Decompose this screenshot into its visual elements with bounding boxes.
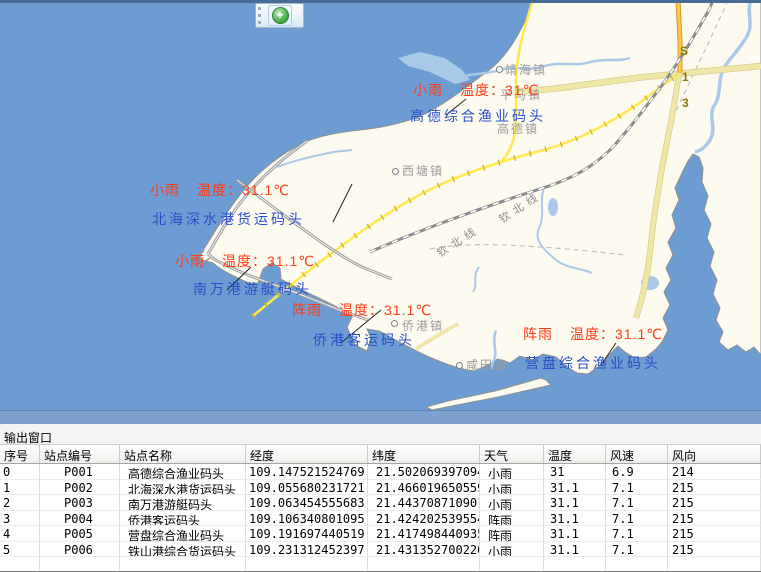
table-cell: 31.1 [544,480,606,496]
table-cell: 高德综合渔业码头 [120,464,246,480]
empty-cell [0,557,40,571]
add-button[interactable]: + [268,5,292,26]
table-cell: 7.1 [606,511,668,527]
table-cell: P002 [40,480,120,496]
table-cell: 21.4437087109011 [368,495,480,511]
map-canvas[interactable]: 靖海镇平马镇高德镇西塘镇侨港镇咸田镇小雨温度：31℃高德综合渔业码头小雨温度：3… [0,0,761,410]
panel-title: 输出窗口 [0,424,761,445]
table-cell: 215 [668,542,761,558]
table-cell: 小雨 [480,464,544,480]
data-grid[interactable]: 序号站点编号站点名称经度纬度天气温度风速风向 0P001高德综合渔业码头109.… [0,445,761,571]
table-cell: 7.1 [606,480,668,496]
table-cell: 阵雨 [480,511,544,527]
table-cell: 3 [0,511,40,527]
table-cell: 5 [0,542,40,558]
table-cell: 1 [0,480,40,496]
leader-lines-layer [0,0,761,410]
table-cell: 21.5020693970949 [368,464,480,480]
table-cell: 215 [668,480,761,496]
empty-cell [544,557,606,571]
output-panel: 输出窗口 序号站点编号站点名称经度纬度天气温度风速风向 0P001高德综合渔业码… [0,424,761,572]
table-cell: 31 [544,464,606,480]
column-header-7[interactable]: 风速 [606,445,668,463]
table-cell: 21.4174984409359 [368,526,480,542]
table-cell: 21.4313527002203 [368,542,480,558]
map-top-edge [0,0,761,3]
table-cell: 营盘综合渔业码头 [120,526,246,542]
table-cell: 4 [0,526,40,542]
table-cell: 阵雨 [480,526,544,542]
table-cell: 0 [0,464,40,480]
table-cell: P003 [40,495,120,511]
table-cell: 21.4242025395549 [368,511,480,527]
column-header-6[interactable]: 温度 [544,445,606,463]
column-header-2[interactable]: 站点名称 [120,445,246,463]
table-cell: 31.1 [544,495,606,511]
column-header-5[interactable]: 天气 [480,445,544,463]
table-cell: 31.1 [544,511,606,527]
grid-filler-row [0,557,761,571]
table-cell: 109.231312452397 [246,542,368,558]
table-row[interactable]: 0P001高德综合渔业码头109.14752152476921.50206939… [0,464,761,480]
table-cell: P004 [40,511,120,527]
circle-plus-icon: + [272,7,289,24]
table-row[interactable]: 2P003南万港游艇码头109.06345455568321.443708710… [0,495,761,511]
empty-cell [606,557,668,571]
leader-line [227,267,251,290]
table-row[interactable]: 4P005营盘综合渔业码头109.19169744051921.41749844… [0,526,761,542]
table-cell: 侨港客运码头 [120,511,246,527]
table-cell: 铁山港综合货运码头 [120,542,246,558]
table-cell: 小雨 [480,480,544,496]
table-cell: 7.1 [606,495,668,511]
empty-cell [368,557,480,571]
table-cell: 南万港游艇码头 [120,495,246,511]
table-cell: 215 [668,511,761,527]
table-cell: 31.1 [544,526,606,542]
panel-splitter[interactable] [0,410,761,425]
column-header-0[interactable]: 序号 [0,445,40,463]
table-cell: 7.1 [606,542,668,558]
table-row[interactable]: 5P006铁山港综合货运码头109.23131245239721.4313527… [0,542,761,558]
table-cell: P006 [40,542,120,558]
table-cell: 21.4660196505596 [368,480,480,496]
table-cell: 6.9 [606,464,668,480]
empty-cell [40,557,120,571]
table-cell: 109.055680231721 [246,480,368,496]
table-cell: 31.1 [544,542,606,558]
leader-line [341,310,381,343]
table-cell: P001 [40,464,120,480]
grid-header: 序号站点编号站点名称经度纬度天气温度风速风向 [0,445,761,464]
table-cell: 北海深水港货运码头 [120,480,246,496]
table-cell: P005 [40,526,120,542]
grid-rows: 0P001高德综合渔业码头109.14752152476921.50206939… [0,464,761,557]
leader-line [333,184,352,222]
table-cell: 小雨 [480,495,544,511]
column-header-3[interactable]: 经度 [246,445,368,463]
column-header-8[interactable]: 风向 [668,445,761,463]
column-header-1[interactable]: 站点编号 [40,445,120,463]
column-header-4[interactable]: 纬度 [368,445,480,463]
table-cell: 109.191697440519 [246,526,368,542]
table-cell: 109.106340801095 [246,511,368,527]
gis-application-window: 靖海镇平马镇高德镇西塘镇侨港镇咸田镇小雨温度：31℃高德综合渔业码头小雨温度：3… [0,0,761,572]
table-row[interactable]: 1P002北海深水港货运码头109.05568023172121.4660196… [0,480,761,496]
table-cell: 7.1 [606,526,668,542]
empty-cell [246,557,368,571]
empty-cell [120,557,246,571]
map-toolbar: + [255,3,304,28]
table-cell: 214 [668,464,761,480]
table-row[interactable]: 3P004侨港客运码头109.10634080109521.4242025395… [0,511,761,527]
table-cell: 小雨 [480,542,544,558]
table-cell: 215 [668,495,761,511]
table-cell: 215 [668,526,761,542]
table-cell: 109.063454555683 [246,495,368,511]
leader-line [601,343,616,365]
toolbar-grip-icon[interactable] [258,5,265,26]
empty-cell [480,557,544,571]
table-cell: 2 [0,495,40,511]
leader-line [446,99,466,115]
empty-cell [668,557,761,571]
table-cell: 109.147521524769 [246,464,368,480]
